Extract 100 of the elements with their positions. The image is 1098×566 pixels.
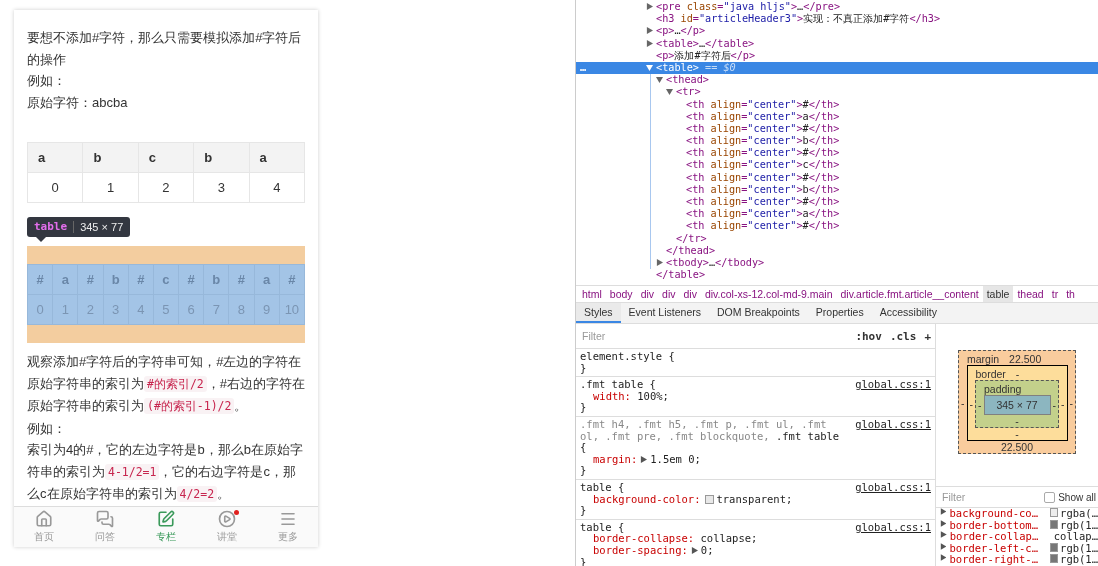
panel-tab[interactable]: DOM Breakpoints xyxy=(708,303,808,323)
caret-icon[interactable] xyxy=(646,3,653,10)
dom-node[interactable]: <th align="center">a</th> xyxy=(576,110,1098,123)
paragraph: 例如： xyxy=(27,419,67,438)
property-value: collapse; xyxy=(700,532,758,545)
table-header-cell: b xyxy=(203,264,229,295)
table-header-cell: b xyxy=(82,142,139,173)
property-value: rgb(1… xyxy=(1060,542,1098,555)
table-header-cell: b xyxy=(193,142,250,173)
dom-node[interactable]: </tr> xyxy=(576,232,1098,245)
notification-dot xyxy=(234,510,240,515)
panel-tab[interactable]: Event Listeners xyxy=(620,303,709,323)
selector: .fmt h4, .fmt h5, .fmt p, .fmt ul, .fmt ol, .fmt pre, .fmt blockquote, .fmt table { xyxy=(580,418,841,454)
content-box: 345 × 77 xyxy=(983,395,1051,415)
source-link[interactable]: global.css:1 xyxy=(855,379,931,391)
table-header-cell: # xyxy=(279,264,305,295)
breadcrumb-item[interactable]: html xyxy=(578,286,606,302)
breadcrumb-item[interactable]: body xyxy=(605,286,637,302)
source-link[interactable]: global.css:1 xyxy=(855,418,931,431)
toggle-button[interactable]: .cls xyxy=(889,329,917,343)
panel-tab[interactable]: Properties xyxy=(807,303,872,323)
dom-node[interactable]: <h3 id="articleHeader3">实现：不真正添加#字符</h3> xyxy=(576,13,1098,26)
dom-node[interactable]: <th align="center">#</th> xyxy=(576,220,1098,233)
toggle-button[interactable]: :hov xyxy=(855,329,882,343)
selector: table { xyxy=(580,481,626,494)
paragraph: 观察添加#字符后的字符串可知，#左边的字符在原始字符串的索引为 #的索引/2 ，#右边的字符在原始字符串的索引为 (#的索引-1)/2 。 xyxy=(27,353,305,416)
menu-icon xyxy=(278,510,297,528)
dom-node[interactable]: <p>添加#字符后</p> xyxy=(576,49,1098,62)
play-icon xyxy=(217,510,236,528)
property-value: rgb(1… xyxy=(1060,554,1098,566)
breadcrumb-item[interactable]: div.article.fmt.article__content xyxy=(836,286,983,302)
closing-brace: } xyxy=(580,505,588,517)
breadcrumb-item[interactable]: tr xyxy=(1047,286,1063,302)
dom-node[interactable]: <th align="center">#</th> xyxy=(576,98,1098,111)
table-header-cell: a xyxy=(249,142,305,173)
breadcrumb-item[interactable]: thead xyxy=(1013,286,1048,302)
breadcrumb-item[interactable]: th xyxy=(1062,286,1079,302)
border-value: - xyxy=(968,398,974,410)
property-name: border-collapse: xyxy=(593,532,695,545)
expand-icon[interactable] xyxy=(690,546,698,554)
dom-node[interactable]: … <table> == $0 xyxy=(576,61,1098,75)
border-value: - xyxy=(1060,398,1066,410)
table-cell: 2 xyxy=(138,172,194,203)
table-header-cell: a xyxy=(254,264,280,295)
dom-node[interactable]: <tbody>…</tbody> xyxy=(576,256,1098,270)
dom-node[interactable]: <th align="center">a</th> xyxy=(576,208,1098,221)
table-cell: 1 xyxy=(82,172,139,203)
table-header-cell: c xyxy=(153,264,179,295)
source-link[interactable]: global.css:1 xyxy=(855,521,931,534)
dom-node[interactable]: <th align="center">b</th> xyxy=(576,183,1098,196)
property-name: border-collap… xyxy=(949,531,1040,543)
panel-tab[interactable]: Styles xyxy=(576,303,621,323)
table-header-cell: # xyxy=(27,264,53,295)
source-link[interactable]: global.css:1 xyxy=(855,481,931,494)
breadcrumb-item[interactable]: div.col-xs-12.col-md-9.main xyxy=(700,286,837,302)
property-value: 100%; xyxy=(637,389,669,402)
margin-value: - xyxy=(1068,397,1074,409)
caret-icon[interactable] xyxy=(656,258,663,266)
expand-icon[interactable] xyxy=(640,455,648,463)
add-rule-button[interactable]: + xyxy=(924,329,931,343)
dom-node[interactable]: <th align="center">c</th> xyxy=(576,159,1098,172)
breadcrumb-item[interactable]: div xyxy=(679,286,701,302)
dom-node[interactable]: </thead> xyxy=(576,244,1098,257)
margin-box: margin 22.500 - border - - padding - 345 × 77 - - - - - 22.500 xyxy=(958,350,1076,454)
color-swatch-icon[interactable] xyxy=(705,494,715,504)
paragraph: 例如： xyxy=(27,72,67,90)
breadcrumb-item[interactable]: table xyxy=(982,286,1014,302)
table-header-cell: # xyxy=(77,264,103,295)
closing-brace: } xyxy=(580,465,588,477)
table-header-cell: # xyxy=(128,264,154,295)
property-name: border-spacing: xyxy=(593,543,688,556)
dom-node[interactable]: <th align="center">#</th> xyxy=(576,147,1098,160)
selector: element.style { xyxy=(580,351,676,363)
property-name: border-bottom… xyxy=(949,519,1039,532)
dom-node[interactable]: <p>…</p> xyxy=(576,25,1098,38)
home-icon xyxy=(35,510,54,528)
dom-node[interactable]: <th align="center">#</th> xyxy=(576,122,1098,136)
dom-node[interactable]: <thead> xyxy=(576,74,1098,87)
breadcrumb-item[interactable]: div xyxy=(636,286,659,302)
tab[interactable]: 专栏 xyxy=(135,507,197,547)
dom-node[interactable]: <th align="center">#</th> xyxy=(576,196,1098,209)
table-header-cell: b xyxy=(103,264,129,295)
checkbox[interactable] xyxy=(1044,491,1056,503)
breadcrumb-item[interactable]: div xyxy=(658,286,680,302)
border-box: border - - padding - 345 × 77 - - - - xyxy=(966,365,1068,441)
table-cell: 4 xyxy=(249,172,305,203)
property-value: transparent; xyxy=(716,492,793,505)
property-name: border-left-c… xyxy=(949,542,1039,555)
dom-node[interactable]: <tr> xyxy=(576,86,1098,99)
panel-tab[interactable]: Accessibility xyxy=(871,303,945,323)
table-header-cell: # xyxy=(178,264,204,295)
dom-node[interactable]: <pre class="java hljs">…</pre> xyxy=(576,1,1098,14)
dom-node[interactable]: </table> xyxy=(576,269,1098,282)
property-name: border-right-… xyxy=(949,554,1039,566)
dom-node[interactable]: <th align="center">#</th> xyxy=(576,171,1098,184)
paragraph: 要想不添加#字符，那么只需要模拟添加#字符后的操作 xyxy=(27,29,303,69)
table-header-cell: c xyxy=(138,142,194,173)
closing-brace: } xyxy=(580,402,588,414)
dom-node[interactable]: <table>…</table> xyxy=(576,37,1098,50)
dom-node[interactable]: <th align="center">b</th> xyxy=(576,135,1098,148)
